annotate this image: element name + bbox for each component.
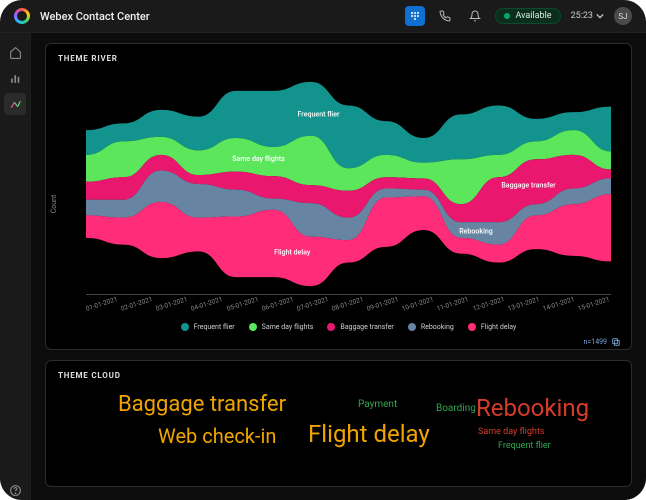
logo-icon: [14, 8, 30, 24]
legend-swatch-icon: [181, 323, 189, 331]
cloud-word[interactable]: Frequent flier: [498, 442, 551, 451]
x-tick: 03-01-2021: [155, 295, 189, 313]
cloud-word[interactable]: Flight delay: [308, 422, 430, 446]
app-window: Webex Contact Center Available 25:23 SJ: [0, 0, 646, 500]
legend-swatch-icon: [468, 323, 476, 331]
theme-river-card: THEME RIVER Count Frequent flier Same day…: [45, 43, 632, 350]
x-axis: 01-01-202102-01-202103-01-202104-01-2021…: [86, 305, 611, 313]
cloud-word[interactable]: Baggage transfer: [118, 394, 286, 416]
cloud-word[interactable]: Boarding: [436, 404, 476, 414]
nav-reports[interactable]: [4, 67, 26, 89]
cloud-word[interactable]: Rebooking: [476, 396, 589, 420]
word-cloud: Baggage transfer Web check-in Flight delay…: [58, 386, 619, 476]
status-label: Available: [515, 11, 551, 21]
dialpad-icon[interactable]: [405, 6, 425, 26]
legend-label: Same day flights: [262, 323, 314, 331]
series-label: Baggage transfer: [501, 180, 556, 189]
card-title: THEME RIVER: [58, 54, 619, 63]
session-timer[interactable]: 25:23: [571, 11, 604, 21]
legend-swatch-icon: [408, 323, 416, 331]
cloud-word[interactable]: Same day flights: [478, 428, 544, 437]
series-label: Same day flights: [232, 154, 285, 163]
legend-item[interactable]: Frequent flier: [181, 323, 235, 331]
legend-swatch-icon: [327, 323, 335, 331]
main-content: THEME RIVER Count Frequent flier Same day…: [31, 33, 646, 500]
nav-home[interactable]: [4, 41, 26, 63]
nav-help[interactable]: [4, 479, 26, 500]
legend-swatch-icon: [249, 323, 257, 331]
availability-status[interactable]: Available: [495, 8, 560, 24]
series-label: Frequent flier: [298, 109, 340, 118]
phone-icon[interactable]: [435, 6, 455, 26]
app-body: THEME RIVER Count Frequent flier Same day…: [0, 33, 646, 500]
theme-cloud-card: THEME CLOUD Baggage transfer Web check-in…: [45, 360, 632, 487]
x-tick: 11-01-2021: [436, 295, 470, 313]
legend-label: Rebooking: [421, 323, 454, 331]
series-label: Flight delay: [274, 247, 311, 256]
x-tick: 04-01-2021: [190, 295, 224, 313]
legend-label: Baggage transfer: [340, 323, 393, 331]
legend-item[interactable]: Baggage transfer: [327, 323, 393, 331]
app-title: Webex Contact Center: [40, 10, 150, 23]
copy-icon[interactable]: [611, 337, 621, 347]
x-tick: 02-01-2021: [120, 295, 154, 313]
plot-area: Frequent flier Same day flights Baggage tr…: [86, 73, 611, 295]
x-tick: 07-01-2021: [296, 295, 330, 313]
x-tick: 13-01-2021: [506, 295, 540, 313]
nav-analytics[interactable]: [4, 93, 26, 115]
card-title: THEME CLOUD: [58, 371, 619, 380]
cloud-word[interactable]: Web check-in: [158, 426, 276, 446]
app-header: Webex Contact Center Available 25:23 SJ: [0, 0, 646, 33]
chart-footer: n=1499: [584, 337, 621, 347]
legend: Frequent flier Same day flights Baggage tr…: [86, 323, 611, 331]
series-label: Rebooking: [459, 226, 493, 235]
x-tick: 15-01-2021: [577, 295, 611, 313]
legend-item[interactable]: Rebooking: [408, 323, 454, 331]
x-tick: 08-01-2021: [331, 295, 365, 313]
sample-count: n=1499: [584, 338, 607, 346]
x-tick: 05-01-2021: [225, 295, 259, 313]
legend-item[interactable]: Same day flights: [249, 323, 314, 331]
y-axis-label: Count: [50, 195, 58, 214]
cloud-word[interactable]: Payment: [358, 400, 397, 410]
bell-icon[interactable]: [465, 6, 485, 26]
legend-item[interactable]: Flight delay: [468, 323, 517, 331]
x-tick: 09-01-2021: [366, 295, 400, 313]
avatar[interactable]: SJ: [614, 7, 632, 25]
status-dot-icon: [504, 13, 510, 19]
theme-river-chart: Count Frequent flierSame day flightsBagg…: [58, 69, 619, 339]
chevron-down-icon: [596, 12, 604, 20]
x-tick: 06-01-2021: [260, 295, 294, 313]
nav-rail: [0, 33, 31, 500]
x-tick: 10-01-2021: [401, 295, 435, 313]
x-tick: 12-01-2021: [471, 295, 505, 313]
legend-label: Frequent flier: [194, 323, 235, 331]
x-tick: 14-01-2021: [542, 295, 576, 313]
legend-label: Flight delay: [481, 323, 517, 331]
x-tick: 01-01-2021: [85, 295, 119, 313]
